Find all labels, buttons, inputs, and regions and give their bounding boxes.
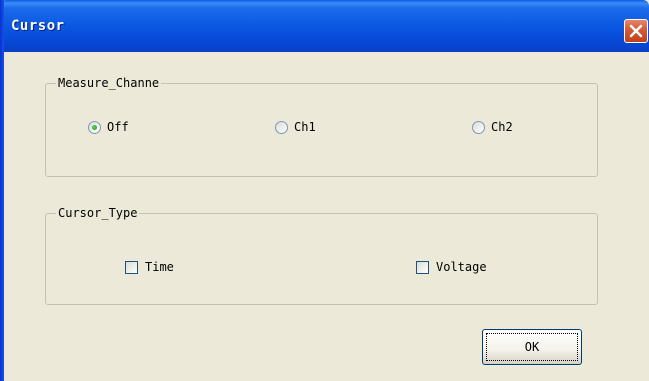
radio-ch1[interactable]: Ch1 [275,120,316,134]
window-left-border [0,0,4,381]
checkbox-voltage[interactable]: Voltage [416,260,487,274]
radio-ch1-indicator[interactable] [275,120,288,134]
radio-ch1-label: Ch1 [294,120,316,134]
measure-channel-legend: Measure_Channe [56,76,162,90]
checkbox-time[interactable]: Time [125,260,174,274]
radio-ch2-label: Ch2 [491,120,513,134]
radio-off-indicator[interactable] [88,120,101,134]
checkbox-voltage-box[interactable] [416,260,429,274]
cursor-type-group: Cursor_Type [45,206,598,305]
radio-ch2-indicator[interactable] [472,120,485,134]
cursor-type-legend: Cursor_Type [56,206,140,220]
checkbox-time-label: Time [145,260,174,274]
radio-off-label: Off [107,120,129,134]
radio-ch2[interactable]: Ch2 [472,120,513,134]
window-title: Cursor [11,18,65,34]
title-bar[interactable]: Cursor [0,0,649,52]
ok-button[interactable]: OK [482,329,582,365]
ok-button-label: OK [486,333,578,361]
close-button[interactable] [624,19,648,43]
cursor-dialog: Cursor Measure_Channe Off Ch1 Ch2 Cursor… [0,0,649,381]
checkbox-time-box[interactable] [125,260,138,274]
checkbox-voltage-label: Voltage [436,260,487,274]
radio-off[interactable]: Off [88,120,129,134]
